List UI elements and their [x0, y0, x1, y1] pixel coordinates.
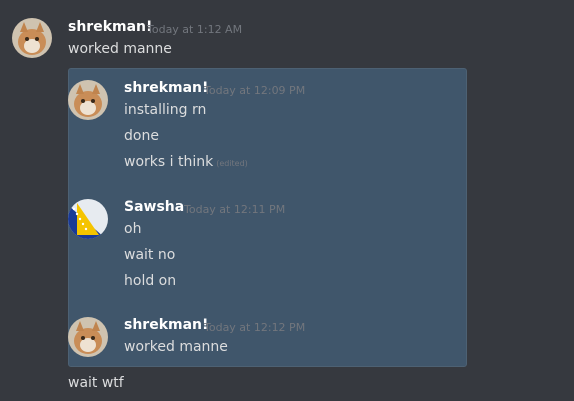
message-text: worked manne [124, 339, 228, 355]
bosnia-flag-avatar-icon[interactable] [68, 199, 108, 239]
message-text: installing rn [124, 102, 207, 118]
message-text: wait no [124, 247, 176, 263]
message-text: done [124, 128, 159, 144]
author-name[interactable]: shrekman! [124, 317, 208, 333]
message-body: works i think [124, 154, 214, 170]
cat-avatar-icon[interactable] [68, 80, 108, 120]
edited-label: (edited) [216, 159, 248, 168]
timestamp: Today at 1:12 AM [147, 23, 243, 36]
author-name[interactable]: shrekman! [68, 19, 152, 35]
message-text: hold on [124, 273, 177, 289]
message-text: wait wtf [68, 375, 124, 391]
message-text: works i think (edited) [124, 154, 248, 170]
author-name[interactable]: shrekman! [124, 80, 208, 96]
cat-avatar-icon[interactable] [12, 18, 52, 58]
message-text: worked manne [68, 41, 172, 57]
message-text: oh [124, 221, 142, 237]
timestamp: Today at 12:09 PM [204, 84, 306, 97]
cat-avatar-icon[interactable] [68, 317, 108, 357]
timestamp: Today at 12:11 PM [184, 203, 286, 216]
timestamp: Today at 12:12 PM [204, 321, 306, 334]
author-name[interactable]: Sawsha [124, 199, 184, 215]
